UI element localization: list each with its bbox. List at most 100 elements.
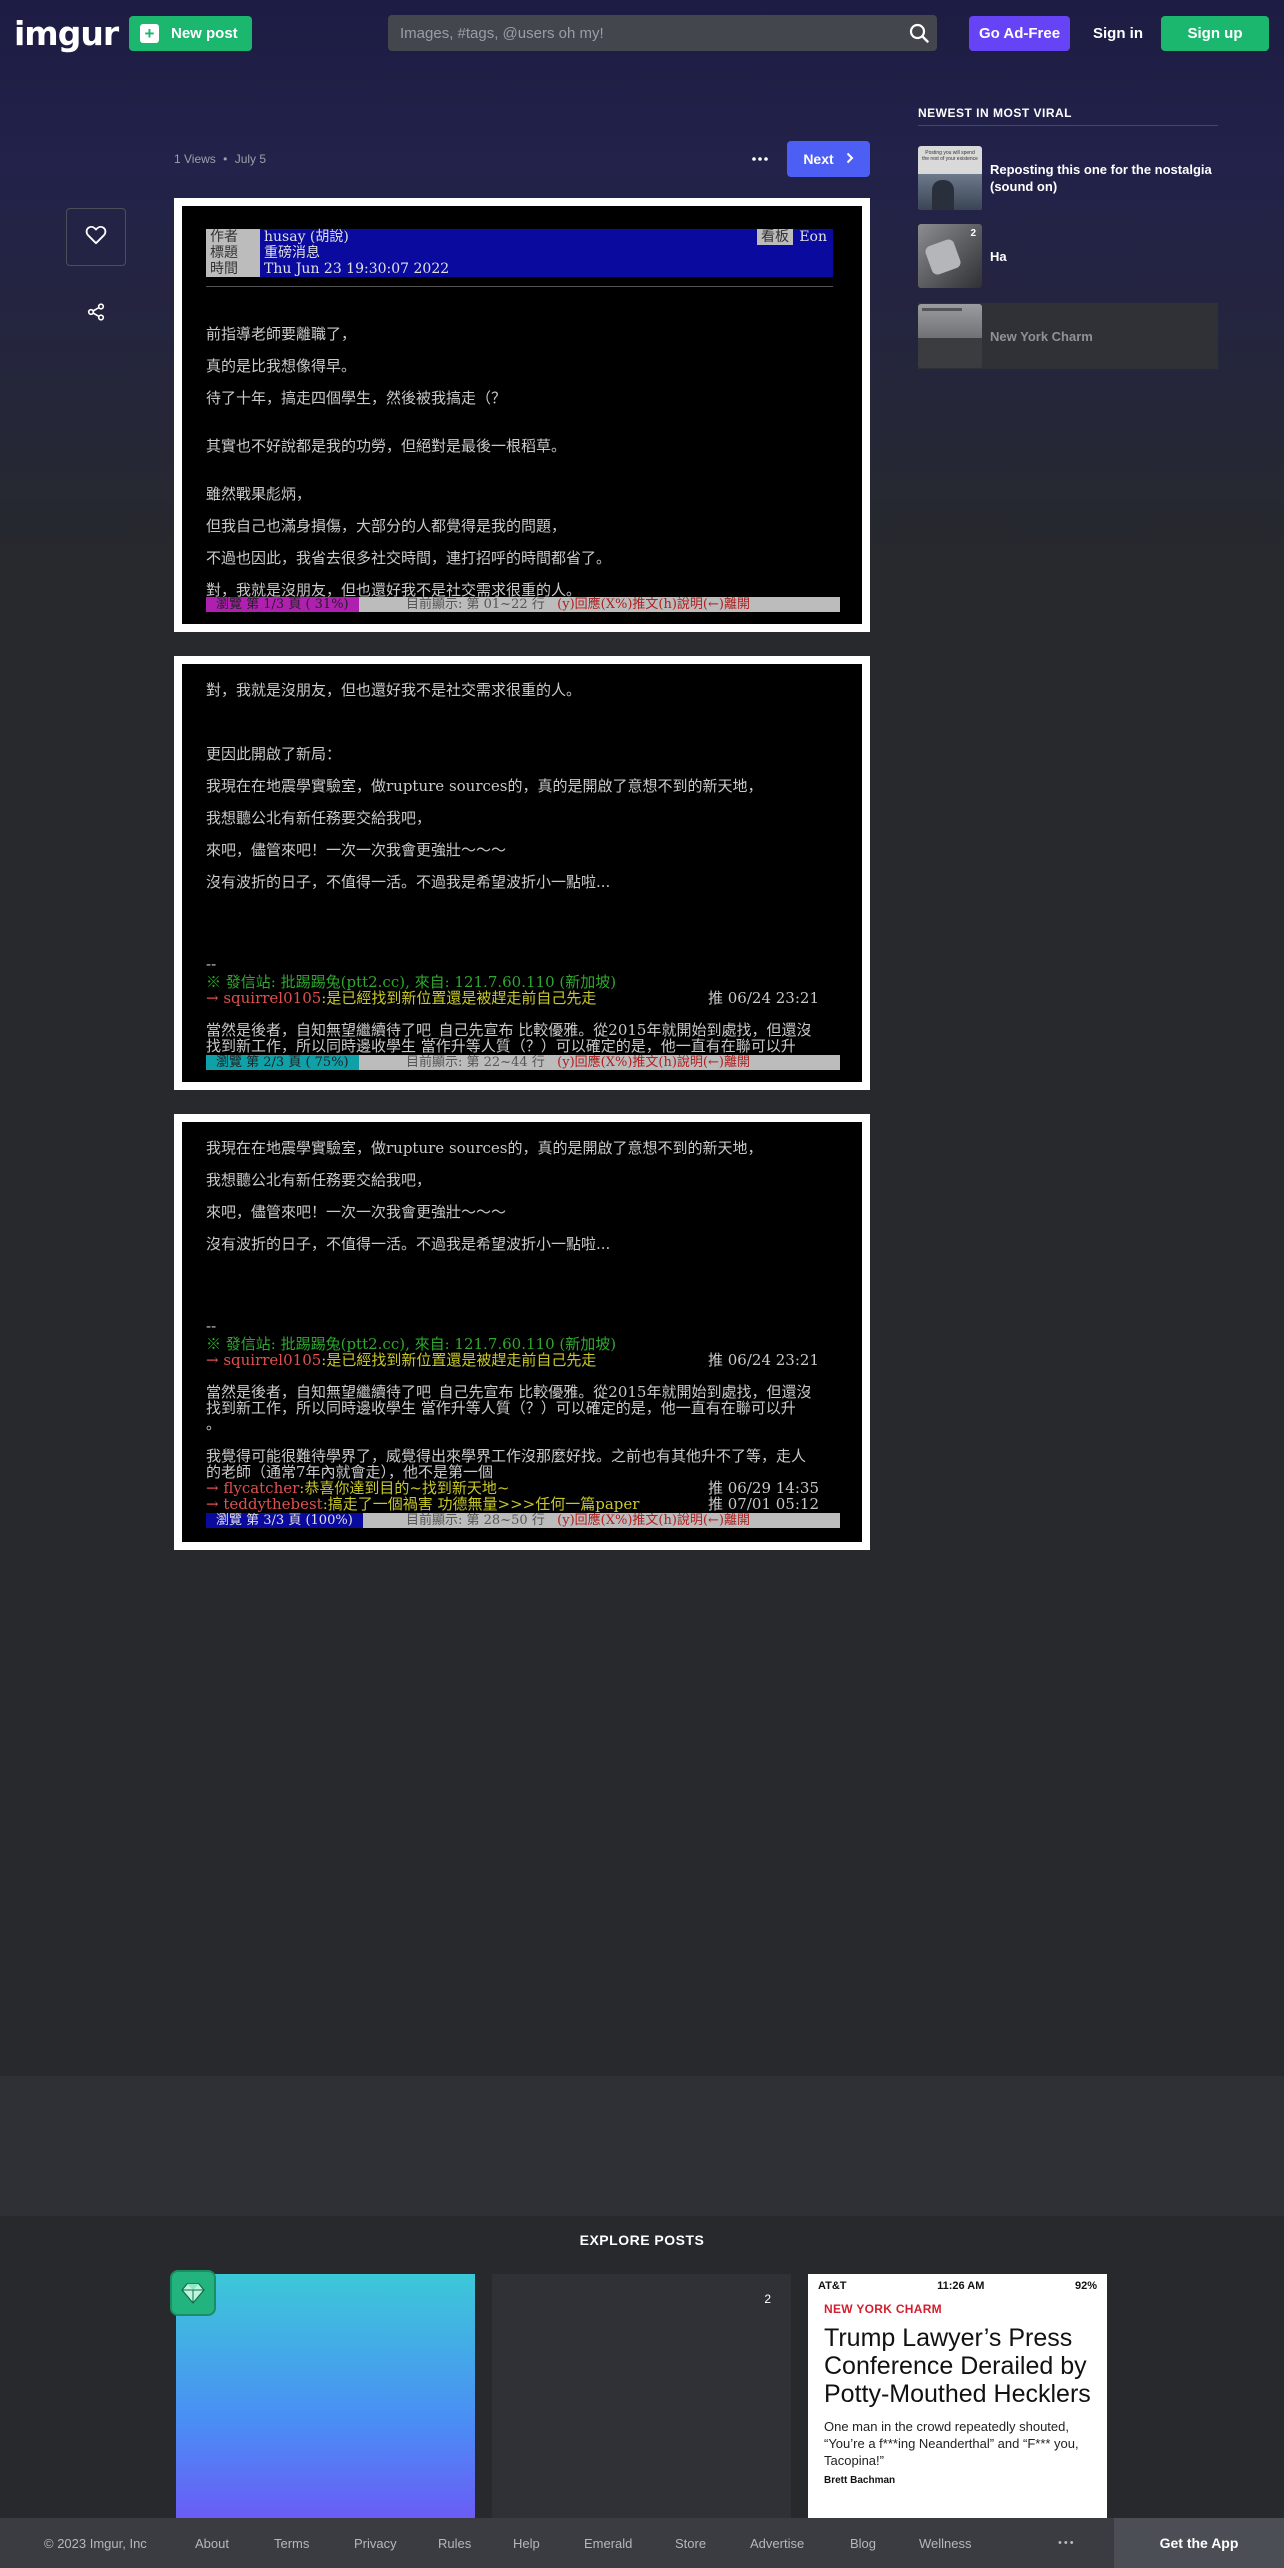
sign-up-button[interactable]: Sign up <box>1161 16 1269 51</box>
status-lines: 目前顯示: 第 28~50 行 (y)回應(X%)推文(h)說明(←)離開 <box>406 1513 750 1528</box>
push-comment: → squirrel0105:是已經找到新位置還是被趕走前自己先走 推 06/2… <box>206 1351 819 1369</box>
post-image-1[interactable]: 作者 husay (胡說) 看板 Eon 標題 重磅消息 時間 Thu Jun … <box>174 198 870 632</box>
footer-link-advertise[interactable]: Advertise <box>750 2518 804 2568</box>
viral-post-item[interactable]: New York Charm <box>918 303 1218 369</box>
album-count-badge: 2 <box>764 2292 771 2306</box>
push-comment: → teddythebest:搞走了一個禍害 功德無量>>>任何一篇paper … <box>206 1495 819 1513</box>
post-thumbnail: 2 <box>918 224 982 288</box>
article-line: 更因此開啟了新局： <box>206 745 342 763</box>
viral-post-title: New York Charm <box>990 328 1093 344</box>
post-image-2[interactable]: 對，我就是沒朋友，但也還好我不是社交需求很重的人。 更因此開啟了新局： 我現在在… <box>174 656 870 1090</box>
meta-separator: • <box>223 152 228 166</box>
more-icon[interactable]: ••• <box>1058 2518 1076 2568</box>
article-line: 來吧，儘管來吧！一次一次我會更強壯～～～ <box>206 841 507 859</box>
header-row-time: 時間 Thu Jun 23 19:30:07 2022 <box>206 261 833 277</box>
get-the-app-button[interactable]: Get the App <box>1114 2518 1284 2568</box>
share-icon[interactable] <box>84 300 108 324</box>
viral-post-title: Reposting this one for the nostalgia (so… <box>990 162 1212 194</box>
article-headline: Trump Lawyer’s Press Conference Derailed… <box>824 2324 1091 2408</box>
article-line: 其實也不好說都是我的功勞，但絕對是最後一根稻草。 <box>206 437 567 455</box>
status-page: 瀏覽 第 2/3 頁 ( 75%) <box>206 1055 359 1070</box>
article-line: 我現在在地震學實驗室，做rupture sources的，真的是開啟了意想不到的… <box>206 1139 763 1157</box>
footer-link-wellness[interactable]: Wellness <box>919 2518 972 2568</box>
footer-link-terms[interactable]: Terms <box>274 2518 309 2568</box>
sidebar-divider <box>918 125 1218 126</box>
plus-icon: + <box>140 24 159 43</box>
title-value: 重磅消息 <box>264 245 320 261</box>
reply-line: 找到新工作，所以同時邊收學生 當作升等人質（？）可以確定的是，他一直有在聯可以升 <box>206 1037 796 1055</box>
footer-link-store[interactable]: Store <box>675 2518 706 2568</box>
ptt-terminal-screenshot: 作者 husay (胡說) 看板 Eon 標題 重磅消息 時間 Thu Jun … <box>182 206 862 624</box>
phone-status-bar: AT&T 11:26 AM 92% <box>818 2280 1097 2292</box>
article-line: 沒有波折的日子，不值得一活。不過我是希望波折小一點啦... <box>206 1235 611 1253</box>
time-value: Thu Jun 23 19:30:07 2022 <box>264 261 450 277</box>
emerald-gem-icon <box>170 2270 216 2316</box>
article-body: One man in the crowd repeatedly shouted,… <box>824 2419 1079 2468</box>
explore-post-card[interactable]: 2 <box>492 2274 791 2518</box>
ad-banner-area <box>0 2076 1284 2216</box>
push-comment: → squirrel0105:是已經找到新位置還是被趕走前自己先走 推 06/2… <box>206 989 819 1007</box>
new-post-label: New post <box>171 25 238 42</box>
phone-time: 11:26 AM <box>937 2280 985 2292</box>
article-line: 待了十年，搞走四個學生，然後被我搞走（？ <box>206 389 507 407</box>
status-page: 瀏覽 第 1/3 頁 ( 31%) <box>206 597 359 612</box>
footer: © 2023 Imgur, Inc About Terms Privacy Ru… <box>0 2518 1284 2568</box>
article-line: 沒有波折的日子，不值得一活。不過我是希望波折小一點啦... <box>206 873 611 891</box>
explore-post-card[interactable] <box>176 2274 475 2518</box>
imgur-logo[interactable]: imgur <box>14 14 119 53</box>
favorite-button[interactable] <box>66 208 126 266</box>
viral-post-item[interactable]: 2 Ha <box>918 223 1218 289</box>
status-lines: 目前顯示: 第 22~44 行 (y)回應(X%)推文(h)說明(←)離開 <box>406 1055 750 1070</box>
go-ad-free-button[interactable]: Go Ad-Free <box>969 16 1070 51</box>
footer-link-privacy[interactable]: Privacy <box>354 2518 397 2568</box>
next-label: Next <box>803 151 834 167</box>
reply-line: 找到新工作，所以同時邊收學生 當作升等人質（？）可以確定的是，他一直有在聯可以升 <box>206 1399 796 1417</box>
status-lines: 目前顯示: 第 01~22 行 (y)回應(X%)推文(h)說明(←)離開 <box>406 597 750 612</box>
article-kicker: NEW YORK CHARM <box>824 2302 942 2316</box>
author-key: 作者 <box>206 229 260 245</box>
more-options-icon[interactable] <box>745 146 775 172</box>
header-divider <box>206 286 833 287</box>
board-key: 看板 <box>757 229 793 245</box>
heart-icon <box>85 225 107 250</box>
article-line: 前指導老師要離職了， <box>206 325 357 343</box>
explore-posts-heading: EXPLORE POSTS <box>579 2232 705 2248</box>
viral-post-item[interactable]: Posting you will spend the rest of your … <box>918 145 1218 211</box>
footer-link-help[interactable]: Help <box>513 2518 540 2568</box>
new-post-button[interactable]: + New post <box>129 16 252 51</box>
post-thumbnail: Posting you will spend the rest of your … <box>918 146 982 210</box>
search-input[interactable] <box>388 15 901 51</box>
post-date: July 5 <box>234 152 267 166</box>
ptt-terminal-screenshot: 我現在在地震學實驗室，做rupture sources的，真的是開啟了意想不到的… <box>182 1122 862 1542</box>
article-line: 我想聽公北有新任務要交給我吧， <box>206 809 432 827</box>
chevron-right-icon <box>846 151 854 167</box>
article-line: 我現在在地震學實驗室，做rupture sources的，真的是開啟了意想不到的… <box>206 777 763 795</box>
article-line: 但我自己也滿身損傷，大部分的人都覺得是我的問題， <box>206 517 567 535</box>
title-key: 標題 <box>206 245 260 261</box>
article-line: 我想聽公北有新任務要交給我吧， <box>206 1171 432 1189</box>
ptt-status-bar: 瀏覽 第 2/3 頁 ( 75%) 目前顯示: 第 22~44 行 (y)回應(… <box>206 1055 840 1070</box>
footer-link-about[interactable]: About <box>195 2518 229 2568</box>
viral-post-title: Ha <box>990 248 1007 264</box>
header-row-author: 作者 husay (胡說) 看板 Eon <box>206 229 833 245</box>
status-page: 瀏覽 第 3/3 頁 (100%) <box>206 1513 363 1528</box>
ptt-terminal-screenshot: 對，我就是沒朋友，但也還好我不是社交需求很重的人。 更因此開啟了新局： 我現在在… <box>182 664 862 1082</box>
explore-post-card[interactable]: AT&T 11:26 AM 92% NEW YORK CHARM Trump L… <box>808 2274 1107 2518</box>
album-count-badge: 2 <box>970 228 976 239</box>
post-meta: 1 Views • July 5 <box>174 152 266 166</box>
time-key: 時間 <box>206 261 260 277</box>
header-row-title: 標題 重磅消息 <box>206 245 833 261</box>
footer-link-emerald[interactable]: Emerald <box>584 2518 632 2568</box>
reply-line: 。 <box>206 1415 222 1433</box>
search-bar <box>388 15 937 51</box>
view-count: 1 Views <box>174 152 216 166</box>
footer-link-rules[interactable]: Rules <box>438 2518 471 2568</box>
footer-link-blog[interactable]: Blog <box>850 2518 876 2568</box>
article-line: 來吧，儘管來吧！一次一次我會更強壯～～～ <box>206 1203 507 1221</box>
author-value: husay (胡說) <box>264 229 349 245</box>
sign-in-link[interactable]: Sign in <box>1093 16 1143 51</box>
post-image-3[interactable]: 我現在在地震學實驗室，做rupture sources的，真的是開啟了意想不到的… <box>174 1114 870 1550</box>
article-line: 雖然戰果彪炳， <box>206 485 312 503</box>
next-post-button[interactable]: Next <box>787 141 870 177</box>
search-icon[interactable] <box>901 15 937 51</box>
